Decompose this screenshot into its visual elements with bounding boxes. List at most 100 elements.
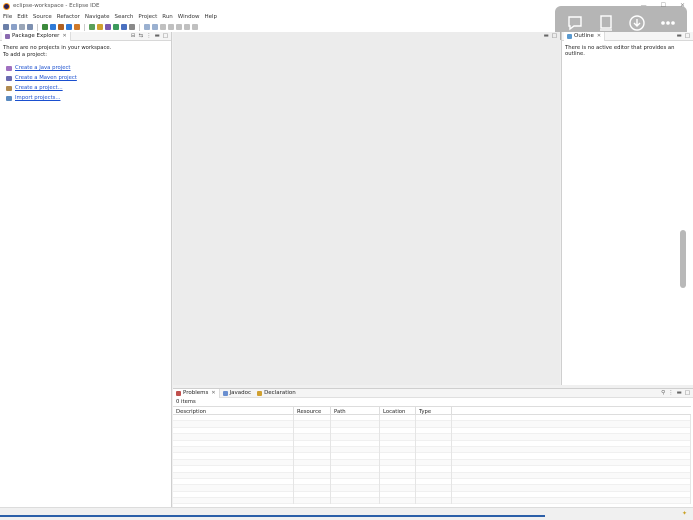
toolbar-button-icon[interactable] [105, 24, 111, 30]
link-label[interactable]: Import projects... [15, 95, 60, 101]
close-icon[interactable]: ✕ [597, 33, 601, 39]
minimize-view-icon[interactable]: ▬ [677, 390, 682, 396]
declaration-icon [257, 390, 263, 396]
maximize-view-icon[interactable]: □ [685, 33, 690, 39]
toolbar-separator [84, 23, 85, 31]
scrollbar-thumb[interactable] [680, 230, 686, 288]
tab-problems[interactable]: Problems ✕ [173, 388, 220, 398]
toolbar-button-icon[interactable] [74, 24, 80, 30]
menu-file[interactable]: File [3, 14, 12, 20]
menu-run[interactable]: Run [162, 14, 173, 20]
tab-declaration[interactable]: Declaration [254, 389, 299, 398]
toolbar-button-icon[interactable] [144, 24, 150, 30]
view-actions: ⊟ ⇆ ⋮ ▬ □ [131, 33, 168, 39]
package-explorer-content: There are no projects in your workspace.… [0, 41, 171, 106]
table-cell [331, 498, 380, 505]
toolbar-button-icon[interactable] [50, 24, 56, 30]
tab-label: Outline [574, 33, 594, 39]
table-row [173, 498, 691, 505]
editor-tabbar: ▬ □ [173, 32, 560, 41]
table-cell [416, 498, 452, 505]
link-label[interactable]: Create a Java project [15, 65, 70, 71]
toolbar-button-icon[interactable] [66, 24, 72, 30]
outline-view-actions: ▬ □ [677, 33, 690, 39]
table-body [173, 415, 691, 505]
maven-project-icon [6, 75, 12, 81]
editor-area: ▬ □ [173, 32, 560, 385]
toolbar-button-icon[interactable] [192, 24, 198, 30]
menu-window[interactable]: Window [178, 14, 200, 20]
toolbar-button-icon[interactable] [3, 24, 9, 30]
maximize-editor-icon[interactable]: □ [552, 33, 557, 39]
import-projects-link[interactable]: Import projects... [3, 94, 168, 102]
toolbar-button-icon[interactable] [97, 24, 103, 30]
more-icon[interactable] [657, 12, 679, 34]
close-icon[interactable]: ✕ [62, 33, 66, 39]
toolbar-button-icon[interactable] [160, 24, 166, 30]
toolbar-button-icon[interactable] [152, 24, 158, 30]
menu-help[interactable]: Help [204, 14, 217, 20]
collapse-all-icon[interactable]: ⊟ [131, 33, 136, 39]
tab-label: Problems [183, 390, 209, 396]
maximize-view-icon[interactable]: □ [163, 33, 168, 39]
table-cell [380, 498, 416, 505]
menu-navigate[interactable]: Navigate [85, 14, 110, 20]
javadoc-icon [222, 390, 228, 396]
toolbar-separator [139, 23, 140, 31]
menu-search[interactable]: Search [115, 14, 134, 20]
minimize-view-icon[interactable]: ▬ [677, 33, 682, 39]
progress-line [0, 515, 545, 517]
toolbar-button-icon[interactable] [121, 24, 127, 30]
table-cell [173, 498, 294, 505]
toolbar-button-icon[interactable] [113, 24, 119, 30]
tab-javadoc[interactable]: Javadoc [220, 389, 255, 398]
filter-icon[interactable]: ⚲ [661, 390, 665, 396]
toolbar-button-icon[interactable] [168, 24, 174, 30]
toolbar-button-icon[interactable] [58, 24, 64, 30]
tip-icon[interactable]: ✦ [682, 510, 688, 517]
minimize-editor-icon[interactable]: ▬ [544, 33, 549, 39]
problems-icon [176, 390, 181, 396]
toolbar-button-icon[interactable] [89, 24, 95, 30]
close-icon[interactable]: ✕ [211, 390, 215, 396]
toolbar-button-icon[interactable] [176, 24, 182, 30]
tab-label: Declaration [264, 390, 296, 396]
menu-source[interactable]: Source [33, 14, 52, 20]
link-editor-icon[interactable]: ⇆ [138, 33, 143, 39]
menu-refactor[interactable]: Refactor [57, 14, 80, 20]
toolbar-button-icon[interactable] [11, 24, 17, 30]
outline-panel: Outline ✕ ▬ □ There is no active editor … [561, 31, 693, 385]
toolbar-button-icon[interactable] [19, 24, 25, 30]
empty-workspace-message: There are no projects in your workspace. [3, 45, 112, 51]
create-java-project-link[interactable]: Create a Java project [3, 64, 168, 72]
link-label[interactable]: Create a Maven project [15, 75, 77, 81]
view-menu-icon[interactable]: ⋮ [146, 33, 152, 39]
maximize-view-icon[interactable]: □ [685, 390, 690, 396]
menu-edit[interactable]: Edit [17, 14, 28, 20]
menu-project[interactable]: Project [138, 14, 157, 20]
link-label[interactable]: Create a project... [15, 85, 63, 91]
create-project-link[interactable]: Create a project... [3, 84, 168, 92]
toolbar-button-icon[interactable] [129, 24, 135, 30]
window-title: eclipse-workspace - Eclipse IDE [13, 3, 100, 9]
tab-outline[interactable]: Outline ✕ [564, 31, 606, 41]
download-icon[interactable] [626, 12, 648, 34]
view-menu-icon[interactable]: ⋮ [668, 390, 674, 396]
problems-view-actions: ⚲ ⋮ ▬ □ [661, 390, 690, 396]
tab-label: Package Explorer [12, 33, 60, 39]
minimize-view-icon[interactable]: ▬ [155, 33, 160, 39]
package-explorer-tabbar: Package Explorer ✕ ⊟ ⇆ ⋮ ▬ □ [0, 31, 171, 41]
package-explorer-icon [5, 33, 10, 39]
toolbar-button-icon[interactable] [184, 24, 190, 30]
tab-package-explorer[interactable]: Package Explorer ✕ [2, 31, 71, 41]
items-count: 0 items [176, 399, 196, 405]
table-header: Description Resource Path Location Type [173, 406, 691, 416]
toolbar-separator [37, 23, 38, 31]
outline-icon [567, 33, 572, 39]
package-explorer-panel: Package Explorer ✕ ⊟ ⇆ ⋮ ▬ □ There are n… [0, 31, 172, 507]
import-icon [6, 95, 12, 101]
add-project-hint: To add a project: [3, 52, 48, 58]
create-maven-project-link[interactable]: Create a Maven project [3, 74, 168, 82]
toolbar-button-icon[interactable] [42, 24, 48, 30]
toolbar-button-icon[interactable] [27, 24, 33, 30]
